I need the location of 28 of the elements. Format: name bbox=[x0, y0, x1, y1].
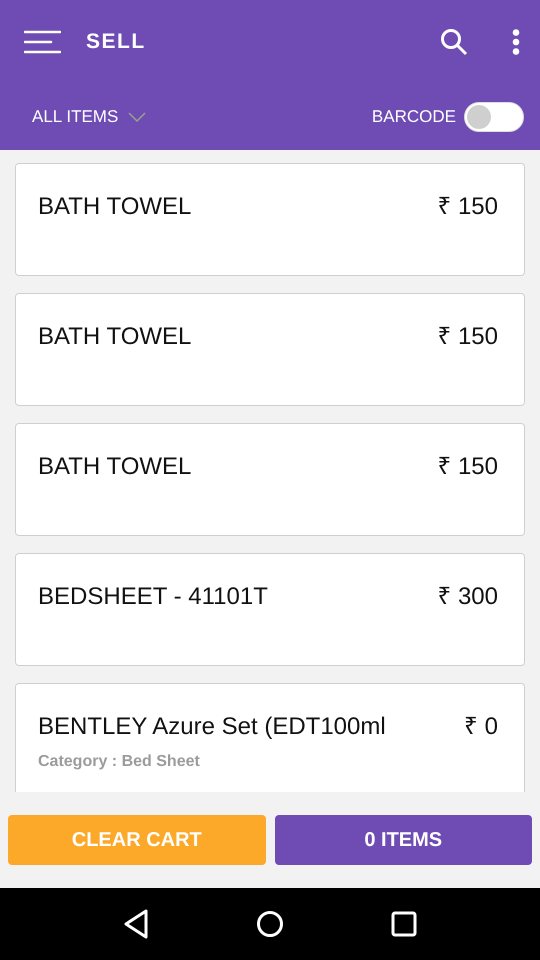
item-category: Category : Bed Sheet bbox=[38, 753, 201, 771]
item-card[interactable]: BATH TOWEL ₹ 150 bbox=[15, 163, 525, 276]
search-icon[interactable] bbox=[440, 28, 468, 56]
item-card[interactable]: BATH TOWEL ₹ 150 bbox=[15, 423, 525, 536]
recents-icon[interactable] bbox=[390, 911, 417, 937]
barcode-toggle[interactable] bbox=[464, 102, 524, 132]
barcode-label: BARCODE bbox=[372, 107, 456, 127]
more-options-icon[interactable] bbox=[512, 29, 520, 55]
item-price: ₹ 150 bbox=[437, 452, 498, 481]
item-card[interactable]: BENTLEY Azure Set (EDT100ml ₹ 0 Category : Bed Sheet bbox=[15, 683, 525, 792]
item-price: ₹ 0 bbox=[464, 712, 498, 741]
home-icon[interactable] bbox=[256, 910, 284, 938]
item-price: ₹ 150 bbox=[437, 322, 498, 351]
item-price: ₹ 150 bbox=[437, 192, 498, 221]
item-name: BENTLEY Azure Set (EDT100ml bbox=[38, 713, 386, 741]
item-name: BATH TOWEL bbox=[38, 323, 192, 351]
cart-items-button[interactable]: 0 ITEMS bbox=[274, 815, 532, 865]
back-icon[interactable] bbox=[123, 909, 150, 939]
item-price: ₹ 300 bbox=[437, 582, 498, 611]
item-name: BATH TOWEL bbox=[38, 193, 192, 221]
screen-title: SELL bbox=[86, 30, 147, 54]
item-card[interactable]: BATH TOWEL ₹ 150 bbox=[15, 293, 525, 406]
chevron-down-icon bbox=[128, 112, 146, 122]
category-dropdown[interactable]: ALL ITEMS bbox=[32, 107, 146, 127]
item-name: BATH TOWEL bbox=[38, 453, 192, 481]
item-name: BEDSHEET - 41101T bbox=[38, 583, 268, 611]
item-card[interactable]: BEDSHEET - 41101T ₹ 300 bbox=[15, 553, 525, 666]
menu-icon[interactable] bbox=[24, 30, 61, 54]
